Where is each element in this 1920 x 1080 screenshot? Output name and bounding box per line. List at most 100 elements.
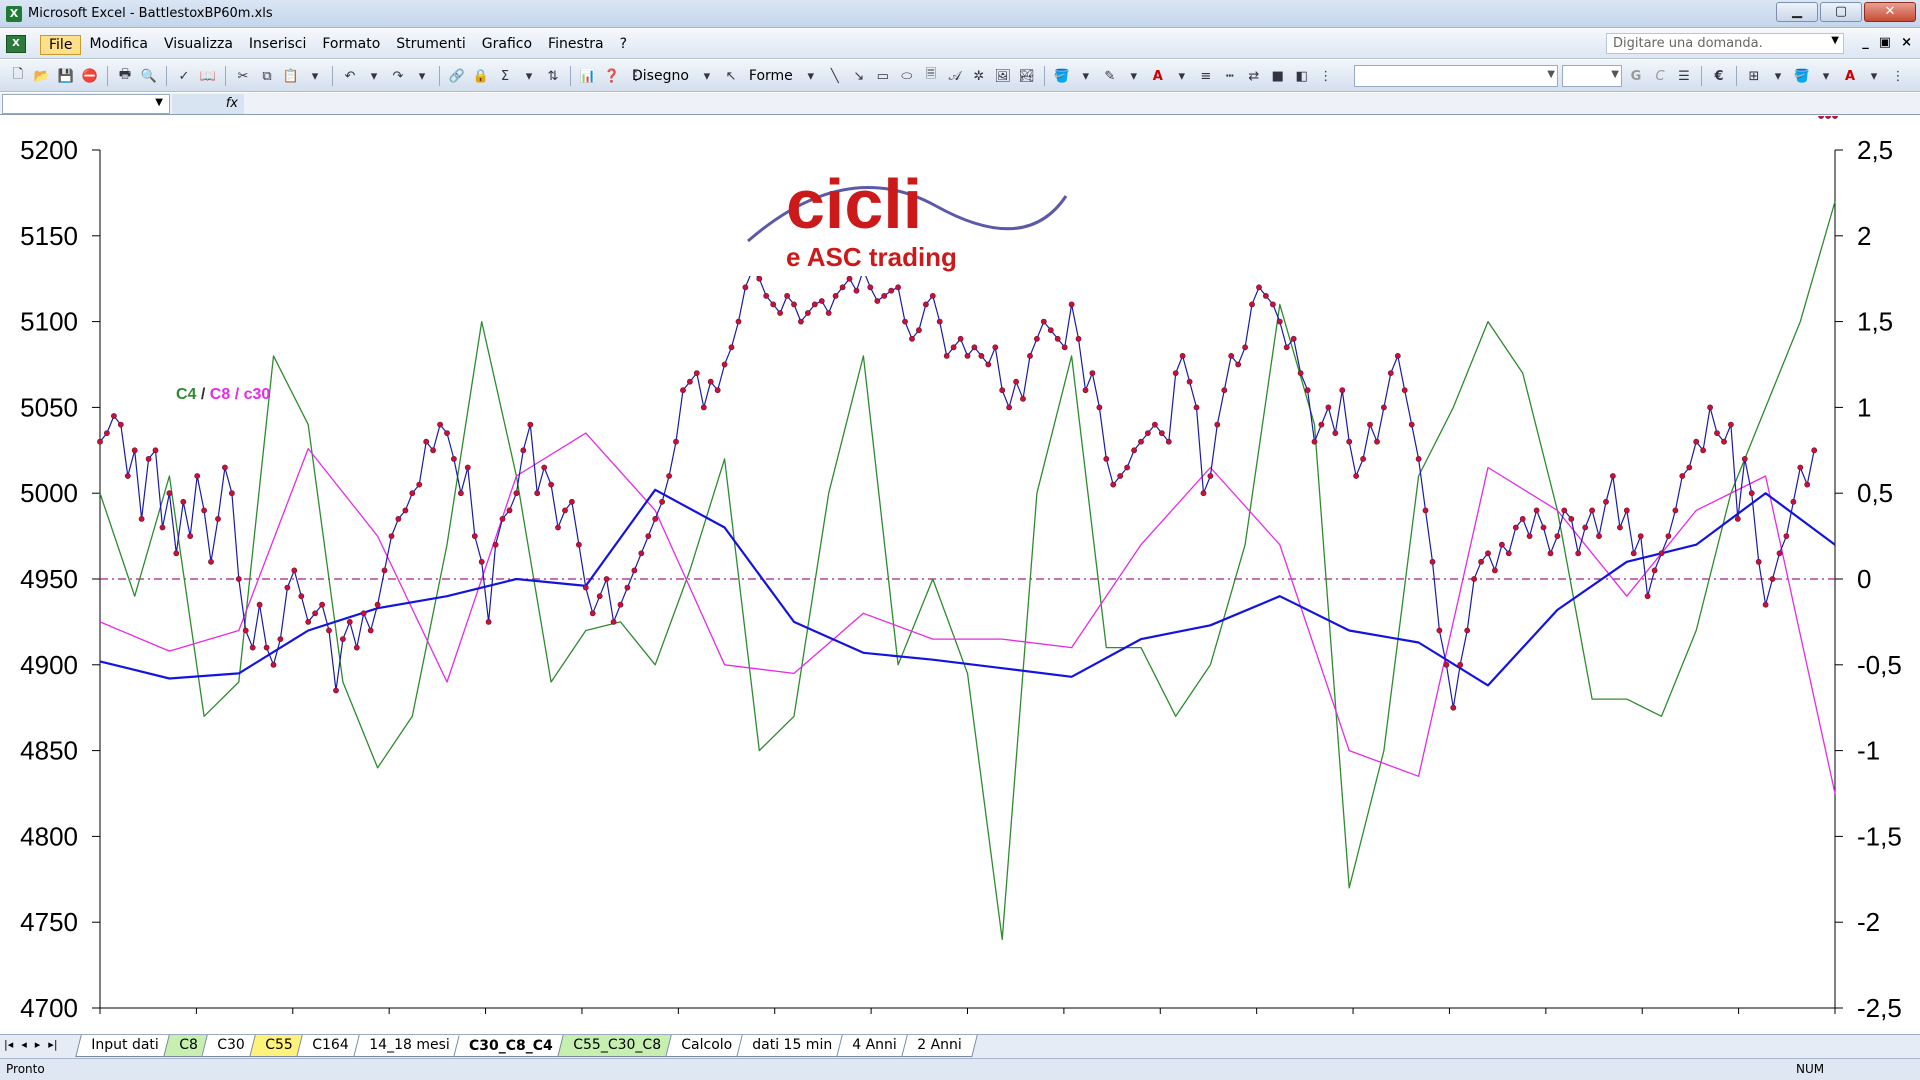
redo-icon[interactable]: ↷ (388, 66, 408, 86)
chevron-down-icon[interactable]: ▾ (1864, 66, 1884, 86)
fx-icon[interactable]: fx (172, 94, 244, 114)
rectangle-icon[interactable]: ▭ (873, 66, 893, 86)
next-sheet-button[interactable]: ▸ (35, 1038, 41, 1051)
menu-grafico[interactable]: Grafico (474, 35, 540, 55)
chevron-down-icon[interactable]: ▼ (155, 97, 163, 108)
chevron-down-icon[interactable]: ▾ (305, 66, 325, 86)
line-icon[interactable]: ╲ (825, 66, 845, 86)
close-button[interactable]: ✕ (1864, 2, 1916, 22)
chevron-down-icon[interactable]: ▾ (412, 66, 432, 86)
line-style-icon[interactable]: ≡ (1196, 66, 1216, 86)
save-icon[interactable]: 💾 (56, 66, 76, 86)
shapes-menu-button[interactable]: Forme (745, 68, 797, 84)
chevron-down-icon[interactable]: ▾ (519, 66, 539, 86)
borders-icon[interactable]: ⊞ (1744, 66, 1764, 86)
permission-icon[interactable]: ⛔ (80, 66, 100, 86)
dash-style-icon[interactable]: ┅ (1220, 66, 1240, 86)
workbook-minimize-button[interactable]: _ (1862, 35, 1869, 50)
3d-icon[interactable]: ◧ (1292, 66, 1312, 86)
font-size-select[interactable]: ▼ (1562, 65, 1622, 87)
sheet-tab[interactable]: C55_C30_C8 (557, 1035, 677, 1057)
name-box[interactable]: ▼ (2, 94, 170, 114)
prev-sheet-button[interactable]: ◂ (21, 1038, 27, 1051)
italic-button[interactable]: C (1650, 66, 1670, 86)
arrow-style-icon[interactable]: ⇄ (1244, 66, 1264, 86)
hyperlink-icon[interactable]: 🔗 (447, 66, 467, 86)
align-center-icon[interactable]: ☰ (1674, 66, 1694, 86)
sheet-tab[interactable]: 2 Anni (900, 1035, 977, 1057)
fill-color-icon[interactable]: 🪣 (1052, 66, 1072, 86)
spelling-icon[interactable]: ✓ (174, 66, 194, 86)
menu-modifica[interactable]: Modifica (81, 35, 156, 55)
menu-help[interactable]: ? (612, 35, 635, 55)
excel-icon[interactable]: X (6, 6, 22, 22)
menu-inserisci[interactable]: Inserisci (241, 35, 314, 55)
sheet-tab[interactable]: C30_C8_C4 (453, 1035, 569, 1057)
menu-strumenti[interactable]: Strumenti (388, 35, 474, 55)
help-search-input[interactable]: Digitare una domanda. ▼ (1606, 33, 1844, 54)
font-color-icon[interactable]: A (1840, 66, 1860, 86)
research-icon[interactable]: 📖 (198, 66, 218, 86)
drawing-menu-button[interactable]: Disegno (628, 68, 693, 84)
chart-area[interactable]: 5200 5150 5100 5050 5000 4950 4900 4850 4800 4750… (0, 116, 1920, 1034)
wordart-icon[interactable]: 𝒜 (945, 66, 965, 86)
chevron-down-icon[interactable]: ▾ (364, 66, 384, 86)
chevron-down-icon[interactable]: ▼ (1611, 69, 1619, 80)
undo-icon[interactable]: ↶ (340, 66, 360, 86)
toolbar-options-icon[interactable]: ⋮ (1888, 66, 1908, 86)
workbook-icon[interactable]: X (6, 35, 26, 53)
chevron-down-icon[interactable]: ▼ (1547, 69, 1555, 80)
chevron-down-icon[interactable]: ▼ (1831, 35, 1839, 46)
shadow-icon[interactable]: ■ (1268, 66, 1288, 86)
autosum-icon[interactable]: Σ (495, 66, 515, 86)
cut-icon[interactable]: ✂ (233, 66, 253, 86)
help-icon[interactable]: ❓ (602, 66, 622, 86)
first-sheet-button[interactable]: |◂ (4, 1038, 13, 1051)
chevron-down-icon[interactable]: ▾ (1124, 66, 1144, 86)
font-color-icon[interactable]: A (1148, 66, 1168, 86)
picture-icon[interactable]: 🏞 (1017, 66, 1037, 86)
sheet-tab[interactable]: dati 15 min (736, 1035, 848, 1057)
arrow-icon[interactable]: ↘ (849, 66, 869, 86)
chevron-down-icon[interactable]: ▾ (697, 66, 717, 86)
chevron-down-icon[interactable]: ▾ (1172, 66, 1192, 86)
chevron-down-icon[interactable]: ▾ (1076, 66, 1096, 86)
euro-button[interactable]: € (1709, 66, 1729, 86)
fill-color-icon[interactable]: 🪣 (1792, 66, 1812, 86)
menu-visualizza[interactable]: Visualizza (156, 35, 241, 55)
oval-icon[interactable]: ⬭ (897, 66, 917, 86)
price-point (1096, 404, 1103, 411)
chevron-down-icon[interactable]: ▾ (801, 66, 821, 86)
menu-formato[interactable]: Formato (314, 35, 388, 55)
new-document-icon[interactable]: 🗋 (8, 66, 28, 86)
lock-icon[interactable]: 🔒 (471, 66, 491, 86)
print-icon[interactable]: 🖶 (115, 66, 135, 86)
print-preview-icon[interactable]: 🔍 (139, 66, 159, 86)
sheet-tab[interactable]: 14_18 mesi (353, 1035, 466, 1057)
paste-icon[interactable]: 📋 (281, 66, 301, 86)
chevron-down-icon[interactable]: ▾ (1816, 66, 1836, 86)
font-name-select[interactable]: ▼ (1354, 65, 1558, 87)
workbook-restore-button[interactable]: ▣ (1879, 35, 1891, 50)
menu-finestra[interactable]: Finestra (540, 35, 612, 55)
chevron-down-icon[interactable]: ▾ (1768, 66, 1788, 86)
maximize-button[interactable]: ▢ (1820, 2, 1862, 22)
workbook-close-button[interactable]: × (1901, 35, 1912, 50)
sheet-tab-label: 4 Anni (852, 1037, 897, 1053)
line-color-icon[interactable]: ✎ (1100, 66, 1120, 86)
bold-button[interactable]: G (1626, 66, 1646, 86)
toolbar-options-icon[interactable]: ⋮ (1316, 66, 1336, 86)
last-sheet-button[interactable]: ▸| (48, 1038, 57, 1051)
sheet-tab[interactable]: Input dati (75, 1035, 175, 1057)
text-box-icon[interactable]: 🗏 (921, 66, 941, 86)
diagram-icon[interactable]: ✲ (969, 66, 989, 86)
copy-icon[interactable]: ⧉ (257, 66, 277, 86)
sheet-tab[interactable]: Calcolo (665, 1035, 748, 1057)
select-objects-icon[interactable]: ↖ (721, 66, 741, 86)
menu-file[interactable]: File (40, 35, 82, 55)
chart-wizard-icon[interactable]: 📊 (578, 66, 598, 86)
minimize-button[interactable]: ▁ (1776, 2, 1818, 22)
sort-icon[interactable]: ⇅ (543, 66, 563, 86)
clipart-icon[interactable]: 🖼 (993, 66, 1013, 86)
open-folder-icon[interactable]: 📂 (32, 66, 52, 86)
